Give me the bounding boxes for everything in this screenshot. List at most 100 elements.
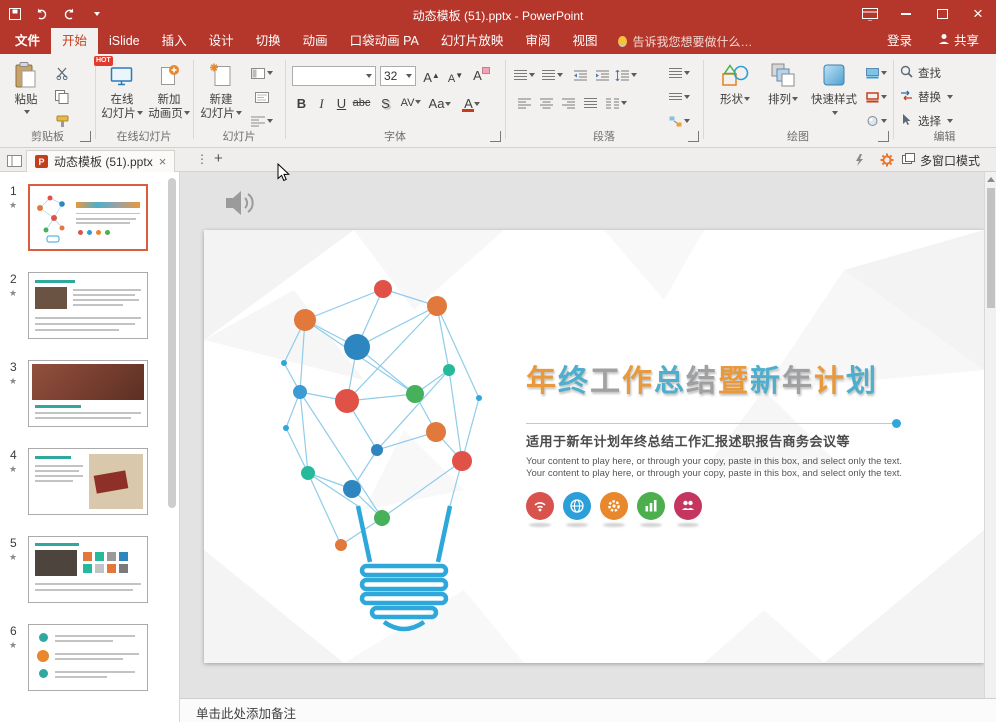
minimize-button[interactable] [888,0,924,28]
quick-styles-button[interactable]: 快速样式 [808,58,860,132]
multi-window-mode-button[interactable]: 多窗口模式 [902,151,980,169]
gear-icon[interactable] [600,492,628,520]
slide-thumbnail-4[interactable] [28,448,148,515]
view-switch-icon[interactable] [7,154,22,172]
increase-indent-icon[interactable] [590,64,614,86]
shrink-font-button[interactable]: A▼ [446,66,465,85]
slide-thumbnail-5[interactable] [28,536,148,603]
decrease-indent-icon[interactable] [568,64,592,86]
align-left-icon[interactable] [512,92,536,114]
slide-title[interactable]: 年终工作总结暨新年计划 [526,356,878,400]
person-icon [938,28,950,54]
audio-speaker-icon[interactable] [224,188,258,223]
tab-pocket-animation[interactable]: 口袋动画 PA [339,28,430,54]
tab-animations[interactable]: 动画 [292,28,339,54]
notes-pane[interactable]: 单击此处添加备注 [180,698,996,722]
tell-me-box[interactable]: 告诉我您想要做什么… [608,28,762,54]
character-spacing-button[interactable]: AV [398,94,424,113]
slide-area-scrollbar[interactable] [984,172,996,698]
panel-scrollbar-thumb[interactable] [168,178,176,508]
tab-more-icon[interactable]: ⋮ [196,152,208,166]
shapes-button[interactable]: 形状 [712,58,758,132]
wifi-icon[interactable] [526,492,554,520]
reset-icon[interactable] [250,86,274,108]
find-button[interactable]: 查找 [900,62,941,84]
paragraph-dialog-launcher-icon[interactable] [688,131,699,142]
multi-window-label: 多窗口模式 [920,152,980,169]
italic-button[interactable]: I [312,94,331,113]
tab-file[interactable]: 文件 [4,28,51,54]
slide-body-text[interactable]: Your content to play here, or through yo… [526,456,908,479]
font-name-combo[interactable] [292,66,376,86]
columns-icon[interactable] [604,92,628,114]
plugin-tools-icon[interactable] [852,153,866,172]
numbering-icon[interactable] [540,64,564,86]
strikethrough-button[interactable]: abc [352,94,371,113]
drawing-dialog-launcher-icon[interactable] [878,131,889,142]
line-spacing-icon[interactable] [614,64,638,86]
shape-outline-icon[interactable] [860,86,892,108]
text-direction-icon[interactable] [662,62,696,84]
title-underline [526,423,900,424]
tab-home[interactable]: 开始 [51,28,98,54]
font-color-button[interactable]: A [460,94,484,113]
justify-icon[interactable] [578,92,602,114]
font-dialog-launcher-icon[interactable] [490,131,501,142]
slide-thumbnail-6[interactable] [28,624,148,691]
clipboard-dialog-launcher-icon[interactable] [80,131,91,142]
cut-icon[interactable] [50,62,74,84]
grow-font-button[interactable]: A▲ [422,66,441,85]
tab-review[interactable]: 审阅 [514,28,561,54]
font-size-combo[interactable]: 32 [380,66,416,86]
add-animation-page-label-1: 新加 [147,93,191,107]
new-tab-button[interactable]: + [214,150,223,167]
shape-fill-icon[interactable] [860,62,892,84]
change-case-button[interactable]: Aa [428,94,452,113]
document-tab-close-icon[interactable]: × [159,154,167,169]
chart-icon[interactable] [637,492,665,520]
slide-thumbnail-3[interactable] [28,360,148,427]
settings-gear-icon[interactable] [880,153,894,172]
bullets-icon[interactable] [512,64,536,86]
close-button[interactable]: × [960,0,996,28]
ribbon-display-options-icon[interactable] [852,0,888,28]
slide-thumbnail-2[interactable] [28,272,148,339]
align-center-icon[interactable] [534,92,558,114]
scrollbar-up-arrow-icon[interactable] [987,177,995,182]
slide-thumbnail-1[interactable] [28,184,148,251]
shapes-icon [712,60,758,90]
clear-formatting-button[interactable]: A [472,66,491,85]
animation-star-icon: ★ [9,288,17,299]
notes-placeholder[interactable]: 单击此处添加备注 [180,699,996,722]
bold-button[interactable]: B [292,94,311,113]
tab-islide[interactable]: iSlide [98,28,151,54]
globe-icon[interactable] [563,492,591,520]
share-button[interactable]: 共享 [927,28,990,54]
document-tab-title: 动态模板 (51).pptx [54,153,153,170]
window-title: 动态模板 (51).pptx - PowerPoint [0,7,996,24]
align-right-icon[interactable] [556,92,580,114]
replace-button[interactable]: 替换 [900,86,953,108]
tab-slideshow[interactable]: 幻灯片放映 [430,28,515,54]
layout-icon[interactable] [250,62,274,84]
add-animation-page-button[interactable]: 新加 动画页 [147,58,191,132]
tab-design[interactable]: 设计 [198,28,245,54]
slide-subtitle[interactable]: 适用于新年计划年终总结工作汇报述职报告商务会议等 [526,431,850,450]
arrange-button[interactable]: 排列 [760,58,806,132]
text-shadow-button[interactable]: S [376,94,395,113]
align-text-icon[interactable] [662,86,696,108]
sign-in-button[interactable]: 登录 [876,28,923,54]
tab-view[interactable]: 视图 [561,28,608,54]
new-slide-button[interactable]: 新建 幻灯片 [198,58,244,132]
online-slides-button[interactable]: HOT 在线 幻灯片 [100,58,144,132]
underline-button[interactable]: U [332,94,351,113]
paste-button[interactable]: 粘贴 [6,58,46,132]
document-tab[interactable]: P 动态模板 (51).pptx × [26,150,175,172]
copy-icon[interactable] [50,86,74,108]
tab-transitions[interactable]: 切换 [245,28,292,54]
maximize-button[interactable] [924,0,960,28]
tab-insert[interactable]: 插入 [151,28,198,54]
people-icon[interactable] [674,492,702,520]
scrollbar-thumb[interactable] [987,188,995,308]
slide-canvas[interactable]: 年终工作总结暨新年计划 适用于新年计划年终总结工作汇报述职报告商务会议等 You… [204,230,984,663]
